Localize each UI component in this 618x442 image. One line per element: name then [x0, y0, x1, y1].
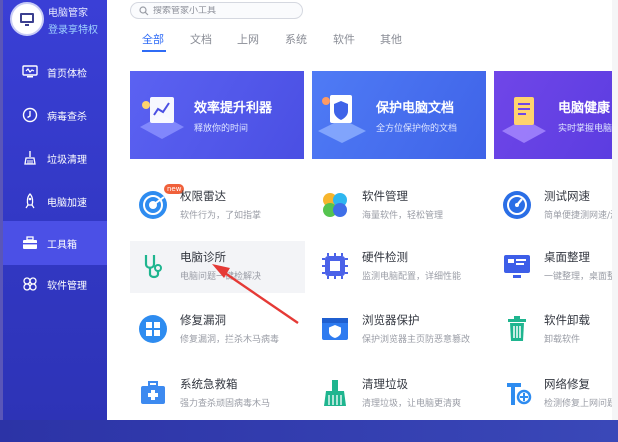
- banner-efficiency[interactable]: 效率提升利器 释放你的时间: [130, 71, 304, 159]
- document-shield-illustration-icon: [318, 95, 366, 143]
- tool-system-rescue[interactable]: 系统急救箱 强力查杀顽固病毒木马: [130, 368, 305, 420]
- tool-name: 电脑诊所: [180, 250, 226, 264]
- broom-icon: [21, 149, 39, 167]
- apps-icon: [21, 275, 39, 293]
- tab-docs[interactable]: 文档: [190, 31, 212, 47]
- app-title: 电脑管家: [48, 8, 88, 19]
- tool-fix-vulnerability[interactable]: 修复漏洞 修复漏洞，拦杀木马病毒: [130, 304, 305, 356]
- tool-name: 测试网速: [544, 189, 590, 203]
- tool-uninstall[interactable]: 软件卸载 卸载软件: [494, 304, 618, 356]
- tool-name: 软件卸载: [544, 313, 590, 327]
- sidebar-header: 电脑管家 登录享特权: [6, 2, 106, 40]
- search-icon: [139, 5, 149, 16]
- tool-description: 卸载软件: [544, 335, 581, 345]
- sidebar-item-label: 垃圾清理: [47, 154, 87, 166]
- banner-pc-health[interactable]: 电脑健康 实时掌握电脑状: [494, 71, 618, 159]
- monitor-check-icon: [21, 63, 39, 81]
- sidebar-item-label: 工具箱: [47, 239, 77, 251]
- browser-shield-icon: [318, 312, 352, 346]
- search-box: [130, 2, 303, 19]
- tool-name: 网络修复: [544, 377, 590, 391]
- tool-speed-test[interactable]: 测试网速 简单便捷测网速/测: [494, 180, 618, 232]
- tab-software[interactable]: 软件: [333, 31, 355, 47]
- chip-icon: [318, 249, 352, 283]
- sidebar-item-software[interactable]: 软件管理: [3, 262, 107, 306]
- user-avatar-icon: [20, 13, 34, 26]
- trash-icon: [500, 312, 534, 346]
- sidebar-item-speedup[interactable]: 电脑加速: [3, 179, 107, 223]
- tool-clean-junk[interactable]: 清理垃圾 清理垃圾，让电脑更清爽: [312, 368, 487, 420]
- tool-name: 软件管理: [362, 189, 408, 203]
- tool-desktop-organize[interactable]: 桌面整理 一键整理，桌面整: [494, 241, 618, 293]
- tool-hardware-check[interactable]: 硬件检测 监测电脑配置，详细性能: [312, 241, 487, 293]
- tool-name: 硬件检测: [362, 250, 408, 264]
- first-aid-icon: [136, 376, 170, 410]
- tool-name: 浏览器保护: [362, 313, 420, 327]
- tool-description: 修复漏洞，拦杀木马病毒: [180, 335, 280, 345]
- avatar[interactable]: [10, 2, 44, 36]
- bottom-bar: [0, 420, 618, 442]
- tool-description: 软件行为，了如指掌: [180, 211, 262, 221]
- software-manager-icon: [318, 188, 352, 222]
- tool-permission-radar[interactable]: new 权限雷达 软件行为，了如指掌: [130, 180, 305, 232]
- banner-subtitle: 释放你的时间: [194, 124, 249, 134]
- active-tab-indicator: [142, 50, 166, 52]
- health-clipboard-illustration-icon: [502, 97, 546, 143]
- tool-description: 简单便捷测网速/测: [544, 211, 618, 221]
- sidebar-item-label: 软件管理: [47, 280, 87, 292]
- tool-name: 权限雷达: [180, 189, 226, 203]
- sidebar-item-virus-scan[interactable]: 病毒查杀: [3, 93, 107, 137]
- tool-name: 系统急救箱: [180, 377, 238, 391]
- rocket-icon: [21, 192, 39, 210]
- radar-icon: new: [136, 184, 185, 222]
- windows-repair-icon: [136, 312, 170, 346]
- banner-title: 电脑健康: [558, 101, 611, 116]
- stethoscope-icon: [136, 249, 170, 283]
- desktop-organize-icon: [500, 249, 534, 283]
- toolbox-icon: [21, 234, 39, 252]
- tool-description: 保护浏览器主页防恶意篡改: [362, 335, 471, 345]
- banner-protect-docs[interactable]: 保护电脑文档 全方位保护你的文档: [312, 71, 486, 159]
- tool-description: 监测电脑配置，详细性能: [362, 272, 462, 282]
- banner-subtitle: 全方位保护你的文档: [376, 124, 458, 134]
- tab-all[interactable]: 全部: [142, 31, 164, 47]
- banner-title: 效率提升利器: [194, 101, 273, 116]
- tool-network-repair[interactable]: 网络修复 检测修复上网问题: [494, 368, 618, 420]
- window-right-edge: [612, 0, 618, 420]
- tool-software-manager[interactable]: 软件管理 海量软件，轻松管理: [312, 180, 487, 232]
- tool-name: 桌面整理: [544, 250, 590, 264]
- clean-brush-icon: [318, 376, 352, 410]
- tool-name: 修复漏洞: [180, 313, 226, 327]
- sidebar-item-home-check[interactable]: 首页体检: [3, 50, 107, 94]
- speedometer-icon: [500, 188, 534, 222]
- search-input[interactable]: [153, 5, 302, 16]
- tool-pc-clinic[interactable]: 电脑诊所 电脑问题一键检解决: [130, 241, 305, 293]
- banner-title: 保护电脑文档: [376, 101, 455, 116]
- tool-name: 清理垃圾: [362, 377, 408, 391]
- sidebar-item-label: 电脑加速: [47, 197, 87, 209]
- tool-description: 一键整理，桌面整: [544, 272, 617, 282]
- sidebar-item-label: 首页体检: [47, 68, 87, 80]
- tool-description: 检测修复上网问题: [544, 399, 617, 409]
- banner-subtitle: 实时掌握电脑状: [558, 124, 618, 134]
- tool-description: 强力查杀顽固病毒木马: [180, 399, 271, 409]
- sidebar-item-junk-clean[interactable]: 垃圾清理: [3, 136, 107, 180]
- sidebar-item-toolbox[interactable]: 工具箱: [3, 221, 107, 265]
- tool-description: 清理垃圾，让电脑更清爽: [362, 399, 462, 409]
- tab-system[interactable]: 系统: [285, 31, 307, 47]
- tab-internet[interactable]: 上网: [237, 31, 259, 47]
- efficiency-illustration-icon: [140, 97, 184, 139]
- shield-scan-icon: [21, 106, 39, 124]
- tool-description: 海量软件，轻松管理: [362, 211, 444, 221]
- login-link[interactable]: 登录享特权: [48, 21, 98, 36]
- tab-other[interactable]: 其他: [380, 31, 402, 47]
- network-repair-icon: [500, 376, 534, 410]
- sidebar-item-label: 病毒查杀: [47, 111, 87, 123]
- tool-browser-protect[interactable]: 浏览器保护 保护浏览器主页防恶意篡改: [312, 304, 487, 356]
- tool-description: 电脑问题一键检解决: [180, 272, 262, 282]
